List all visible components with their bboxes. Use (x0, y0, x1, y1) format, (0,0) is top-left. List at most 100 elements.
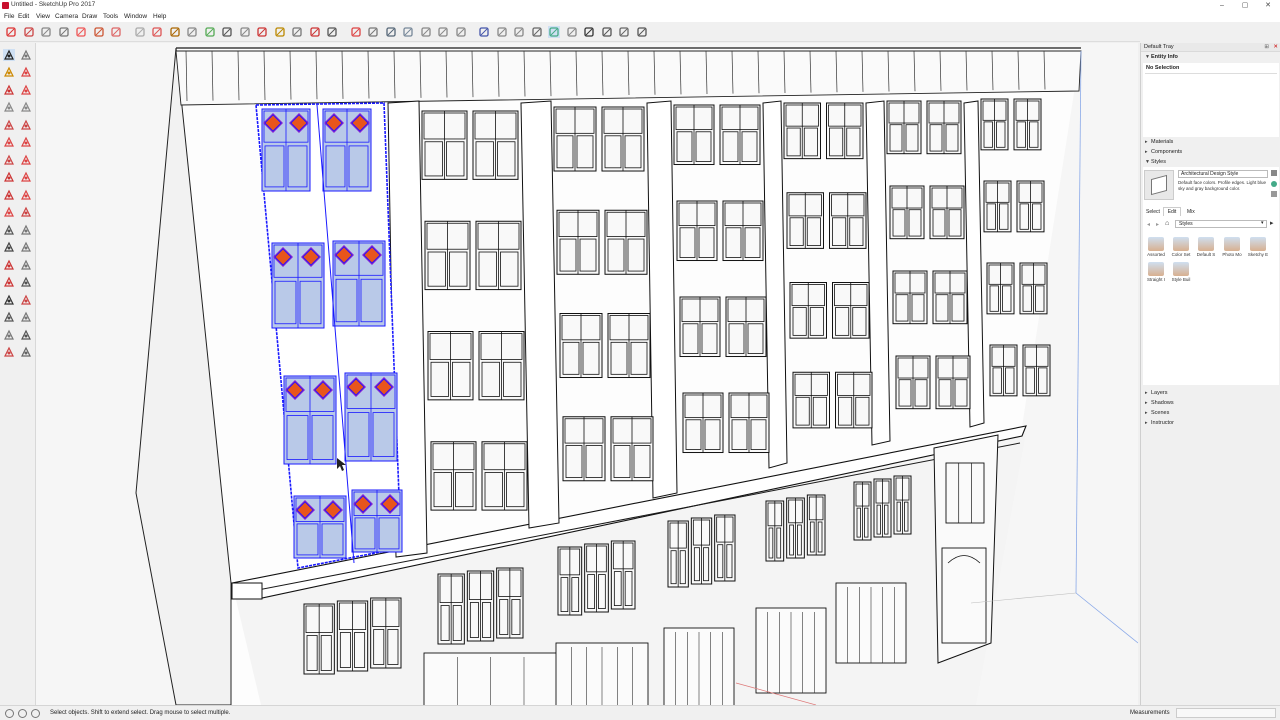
3d-text-icon[interactable] (20, 259, 32, 271)
scenes-header[interactable]: ▸ Scenes (1141, 408, 1280, 418)
pie-icon[interactable] (20, 136, 32, 148)
menu-view[interactable]: View (36, 13, 50, 20)
update-style-icon[interactable] (1271, 170, 1277, 176)
help-icon[interactable] (31, 709, 40, 718)
arc-icon[interactable] (3, 136, 15, 148)
monochrome-icon[interactable] (583, 26, 595, 38)
zoom-icon[interactable] (291, 26, 303, 38)
follow-me-icon[interactable] (20, 189, 32, 201)
orbit-icon[interactable] (3, 276, 15, 288)
style-name-field[interactable]: Architectural Design Style (1178, 170, 1268, 178)
forward-icon[interactable]: ▸ (1156, 221, 1159, 228)
axes-icon[interactable] (239, 26, 251, 38)
style-thumb-assorted[interactable]: Assorted (1145, 237, 1167, 259)
materials-header[interactable]: ▸ Materials (1141, 137, 1280, 147)
menu-edit[interactable]: Edit (18, 13, 29, 20)
walk-icon[interactable] (3, 346, 15, 358)
create-style-icon[interactable] (1271, 181, 1277, 187)
xray-icon[interactable] (478, 26, 490, 38)
eraser-icon[interactable] (20, 66, 32, 78)
orbit-icon[interactable] (256, 26, 268, 38)
top-view-icon[interactable] (385, 26, 397, 38)
tape-measure-icon[interactable] (3, 224, 15, 236)
tab-select[interactable]: Select (1146, 209, 1160, 215)
rotate-icon[interactable] (3, 189, 15, 201)
share-icon[interactable] (636, 26, 648, 38)
rectangle-icon[interactable] (3, 101, 15, 113)
components-header[interactable]: ▸ Components (1141, 147, 1280, 157)
style-thumb-color-set[interactable]: Color Set (1170, 237, 1192, 259)
style-thumb-sketchy[interactable]: Sketchy E (1247, 237, 1269, 259)
section-plane-icon[interactable] (350, 26, 362, 38)
iso-view-icon[interactable] (367, 26, 379, 38)
tab-mix[interactable]: Mix (1187, 209, 1195, 215)
scale-icon[interactable] (3, 206, 15, 218)
geo-location-icon[interactable] (5, 709, 14, 718)
position-camera-icon[interactable] (3, 329, 15, 341)
wireframe-icon[interactable] (513, 26, 525, 38)
text-icon[interactable] (221, 26, 233, 38)
model-viewport[interactable] (36, 43, 1138, 705)
pan-icon[interactable] (20, 276, 32, 288)
previous-view-icon[interactable] (20, 311, 32, 323)
pan-icon[interactable] (274, 26, 286, 38)
circle-icon[interactable] (3, 119, 15, 131)
front-view-icon[interactable] (402, 26, 414, 38)
measurements-input[interactable] (1176, 708, 1276, 718)
section-plane-icon[interactable] (20, 346, 32, 358)
pin-icon[interactable]: ⊞ (1264, 43, 1269, 52)
shaded-icon[interactable] (548, 26, 560, 38)
menu-camera[interactable]: Camera (55, 13, 78, 20)
dimension-icon[interactable] (186, 26, 198, 38)
style-thumb-photo[interactable]: Photo Mo (1221, 237, 1243, 259)
text-icon[interactable] (20, 241, 32, 253)
entity-info-header[interactable]: ▼Entity Info (1141, 52, 1280, 62)
protractor-icon[interactable] (204, 26, 216, 38)
rotate-icon[interactable] (110, 26, 122, 38)
three-point-arc-icon[interactable] (3, 154, 15, 166)
credits-icon[interactable] (18, 709, 27, 718)
shadows-header[interactable]: ▸ Shadows (1141, 398, 1280, 408)
maximize-button[interactable]: ▢ (1233, 0, 1257, 11)
menu-help[interactable]: Help (153, 13, 166, 20)
offset-icon[interactable] (20, 206, 32, 218)
zoom-extents-icon[interactable] (3, 311, 15, 323)
zoom-window-icon[interactable] (20, 294, 32, 306)
paint-icon[interactable] (40, 26, 52, 38)
tab-edit[interactable]: Edit (1163, 207, 1181, 216)
hidden-line-icon[interactable] (531, 26, 543, 38)
left-view-icon[interactable] (455, 26, 467, 38)
make-component-icon[interactable] (20, 49, 32, 61)
line-icon[interactable] (3, 84, 15, 96)
select-icon[interactable] (5, 26, 17, 38)
textured-icon[interactable] (566, 26, 578, 38)
layers-header[interactable]: ▸ Layers (1141, 388, 1280, 398)
protractor-icon[interactable] (3, 241, 15, 253)
style-thumb-builder[interactable]: Style Buil (1170, 262, 1192, 284)
warehouse-icon[interactable] (601, 26, 613, 38)
dimension-icon[interactable] (20, 224, 32, 236)
minimize-button[interactable]: – (1210, 0, 1234, 11)
right-view-icon[interactable] (420, 26, 432, 38)
zoom-window-icon[interactable] (309, 26, 321, 38)
zoom-extents-icon[interactable] (326, 26, 338, 38)
zoom-icon[interactable] (3, 294, 15, 306)
home-icon[interactable]: ⌂ (1165, 220, 1169, 227)
move-icon[interactable] (93, 26, 105, 38)
rectangle-icon[interactable] (58, 26, 70, 38)
back-icon[interactable]: ◂ (1147, 221, 1150, 228)
look-around-icon[interactable] (20, 329, 32, 341)
instructor-header[interactable]: ▸ Instructor (1141, 418, 1280, 428)
style-options-icon[interactable] (1271, 191, 1277, 197)
collection-select[interactable]: Styles (1175, 220, 1267, 228)
building-model[interactable] (36, 43, 1138, 705)
extension-icon[interactable] (618, 26, 630, 38)
style-thumb-default[interactable]: Default S (1195, 237, 1217, 259)
eraser-icon[interactable] (23, 26, 35, 38)
menu-draw[interactable]: Draw (82, 13, 97, 20)
polygon-icon[interactable] (20, 119, 32, 131)
move-icon[interactable] (3, 171, 15, 183)
styles-header[interactable]: ▼Styles (1141, 157, 1280, 167)
rotated-rect-icon[interactable] (20, 101, 32, 113)
menu-window[interactable]: Window (124, 13, 147, 20)
